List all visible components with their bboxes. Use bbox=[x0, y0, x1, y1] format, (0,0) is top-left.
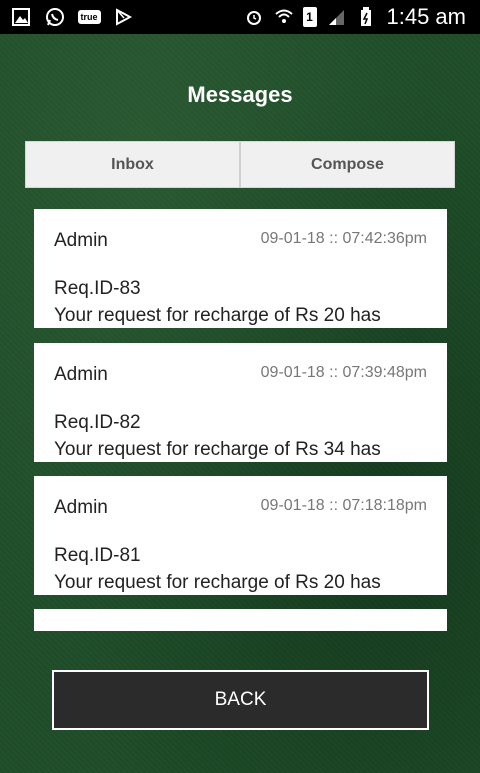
message-body: Your request for recharge of Rs 20 has bbox=[54, 572, 381, 593]
message-timestamp: 09-01-18 :: 07:39:48pm bbox=[260, 364, 427, 381]
tab-bar: Inbox Compose bbox=[25, 141, 455, 188]
gallery-icon bbox=[10, 6, 32, 28]
message-body: Your request for recharge of Rs 20 has bbox=[54, 305, 381, 326]
message-request-id: Req.ID-83 bbox=[54, 278, 141, 299]
message-sender: Admin bbox=[54, 497, 108, 518]
clock-time: 1:45 am bbox=[386, 4, 467, 29]
message-sender: Admin bbox=[54, 364, 108, 385]
message-request-id: Req.ID-82 bbox=[54, 412, 141, 433]
message-item[interactable]: Admin 09-01-18 :: 07:42:36pm Req.ID-83 Y… bbox=[34, 209, 447, 328]
play-store-icon bbox=[112, 6, 134, 28]
alarm-icon bbox=[243, 6, 265, 28]
status-bar: true 1 1:45 am bbox=[0, 0, 480, 34]
message-request-id: Req.ID-81 bbox=[54, 545, 141, 566]
tab-compose[interactable]: Compose bbox=[239, 142, 454, 187]
true-app-icon: true bbox=[77, 6, 101, 28]
wifi-icon bbox=[273, 6, 295, 28]
back-button[interactable]: BACK bbox=[52, 670, 429, 730]
message-item[interactable]: Admin 09-01-18 :: 07:39:48pm Req.ID-82 Y… bbox=[34, 343, 447, 462]
message-item-partial[interactable] bbox=[34, 609, 447, 631]
message-timestamp: 09-01-18 :: 07:18:18pm bbox=[260, 497, 427, 514]
whatsapp-icon bbox=[44, 6, 66, 28]
battery-icon bbox=[355, 6, 377, 28]
message-sender: Admin bbox=[54, 230, 108, 251]
message-timestamp: 09-01-18 :: 07:42:36pm bbox=[260, 230, 427, 247]
message-item[interactable]: Admin 09-01-18 :: 07:18:18pm Req.ID-81 Y… bbox=[34, 476, 447, 595]
signal-icon bbox=[325, 6, 347, 28]
sim-icon: 1 bbox=[302, 7, 317, 27]
tab-inbox[interactable]: Inbox bbox=[26, 142, 239, 187]
page-title: Messages bbox=[187, 82, 293, 107]
message-body: Your request for recharge of Rs 34 has bbox=[54, 439, 381, 460]
